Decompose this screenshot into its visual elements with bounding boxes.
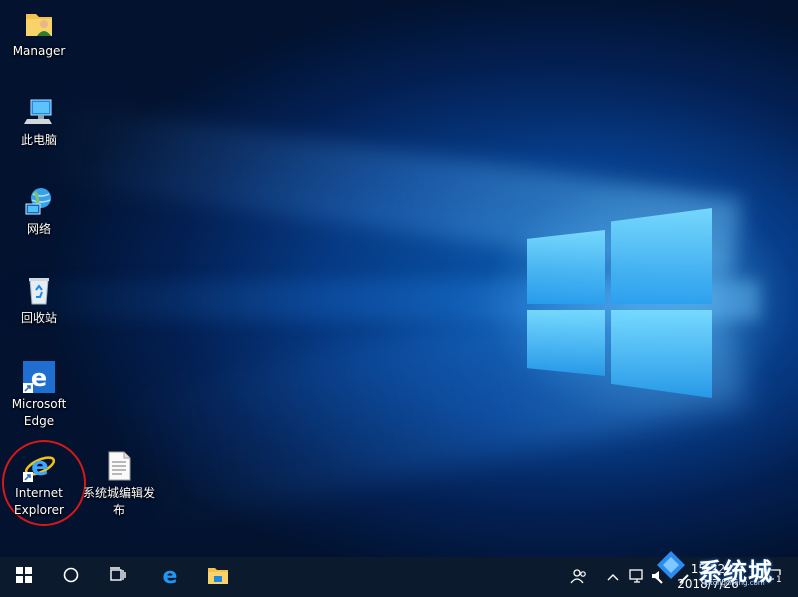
desktop-icon-network[interactable]: 网络 [2,186,76,238]
windows-start-icon [16,567,32,587]
desktop-icon-label: 网络 [26,222,51,236]
cortana-circle-icon [63,567,79,587]
svg-text:e: e [31,364,47,392]
computer-icon [23,97,55,129]
desktop-icon-internet-explorer[interactable]: e Internet Explorer [2,450,76,519]
cortana-search-button[interactable] [47,557,95,597]
desktop-icon-label: Manager [12,44,66,58]
watermark-sub: xitongcheng.com [704,579,765,587]
desktop-icon-label: Internet Explorer [14,486,64,517]
edge-icon: e [159,564,181,590]
task-view-icon [109,567,127,587]
desktop-icon-this-pc[interactable]: 此电脑 [2,97,76,149]
desktop-icon-label: 系统城编辑发 布 [82,486,155,517]
people-button[interactable] [566,557,592,597]
taskbar-file-explorer-button[interactable] [194,557,242,597]
svg-text:e: e [31,452,49,482]
text-file-icon [103,450,135,482]
watermark-logo: 系统城 xitongcheng.com [644,547,794,591]
desktop-icon-recycle-bin[interactable]: 回收站 [2,275,76,327]
chevron-up-icon [607,570,619,584]
taskbar-edge-button[interactable]: e [146,557,194,597]
edge-icon: e [23,361,55,393]
desktop-icon-text-file[interactable]: 系统城编辑发 布 [82,450,156,519]
desktop-icon-label: 此电脑 [20,133,57,147]
desktop-icon-label: Microsoft Edge [11,397,67,428]
recycle-bin-icon [23,275,55,307]
people-icon [570,568,588,587]
desktop-icon-manager[interactable]: Manager [2,8,76,60]
start-button[interactable] [0,557,48,597]
watermark-diamond-icon [653,551,689,584]
windows-logo-wallpaper [527,208,712,398]
user-folder-icon [23,8,55,40]
file-explorer-icon [207,565,229,589]
desktop-icon-label: 回收站 [20,311,57,325]
svg-text:e: e [163,564,178,586]
network-icon [23,186,55,218]
task-view-button[interactable] [94,557,142,597]
desktop-icon-microsoft-edge[interactable]: e Microsoft Edge [2,361,76,430]
show-hidden-icons-button[interactable] [602,557,624,597]
internet-explorer-icon: e [23,450,56,482]
network-tray-icon [629,568,645,586]
